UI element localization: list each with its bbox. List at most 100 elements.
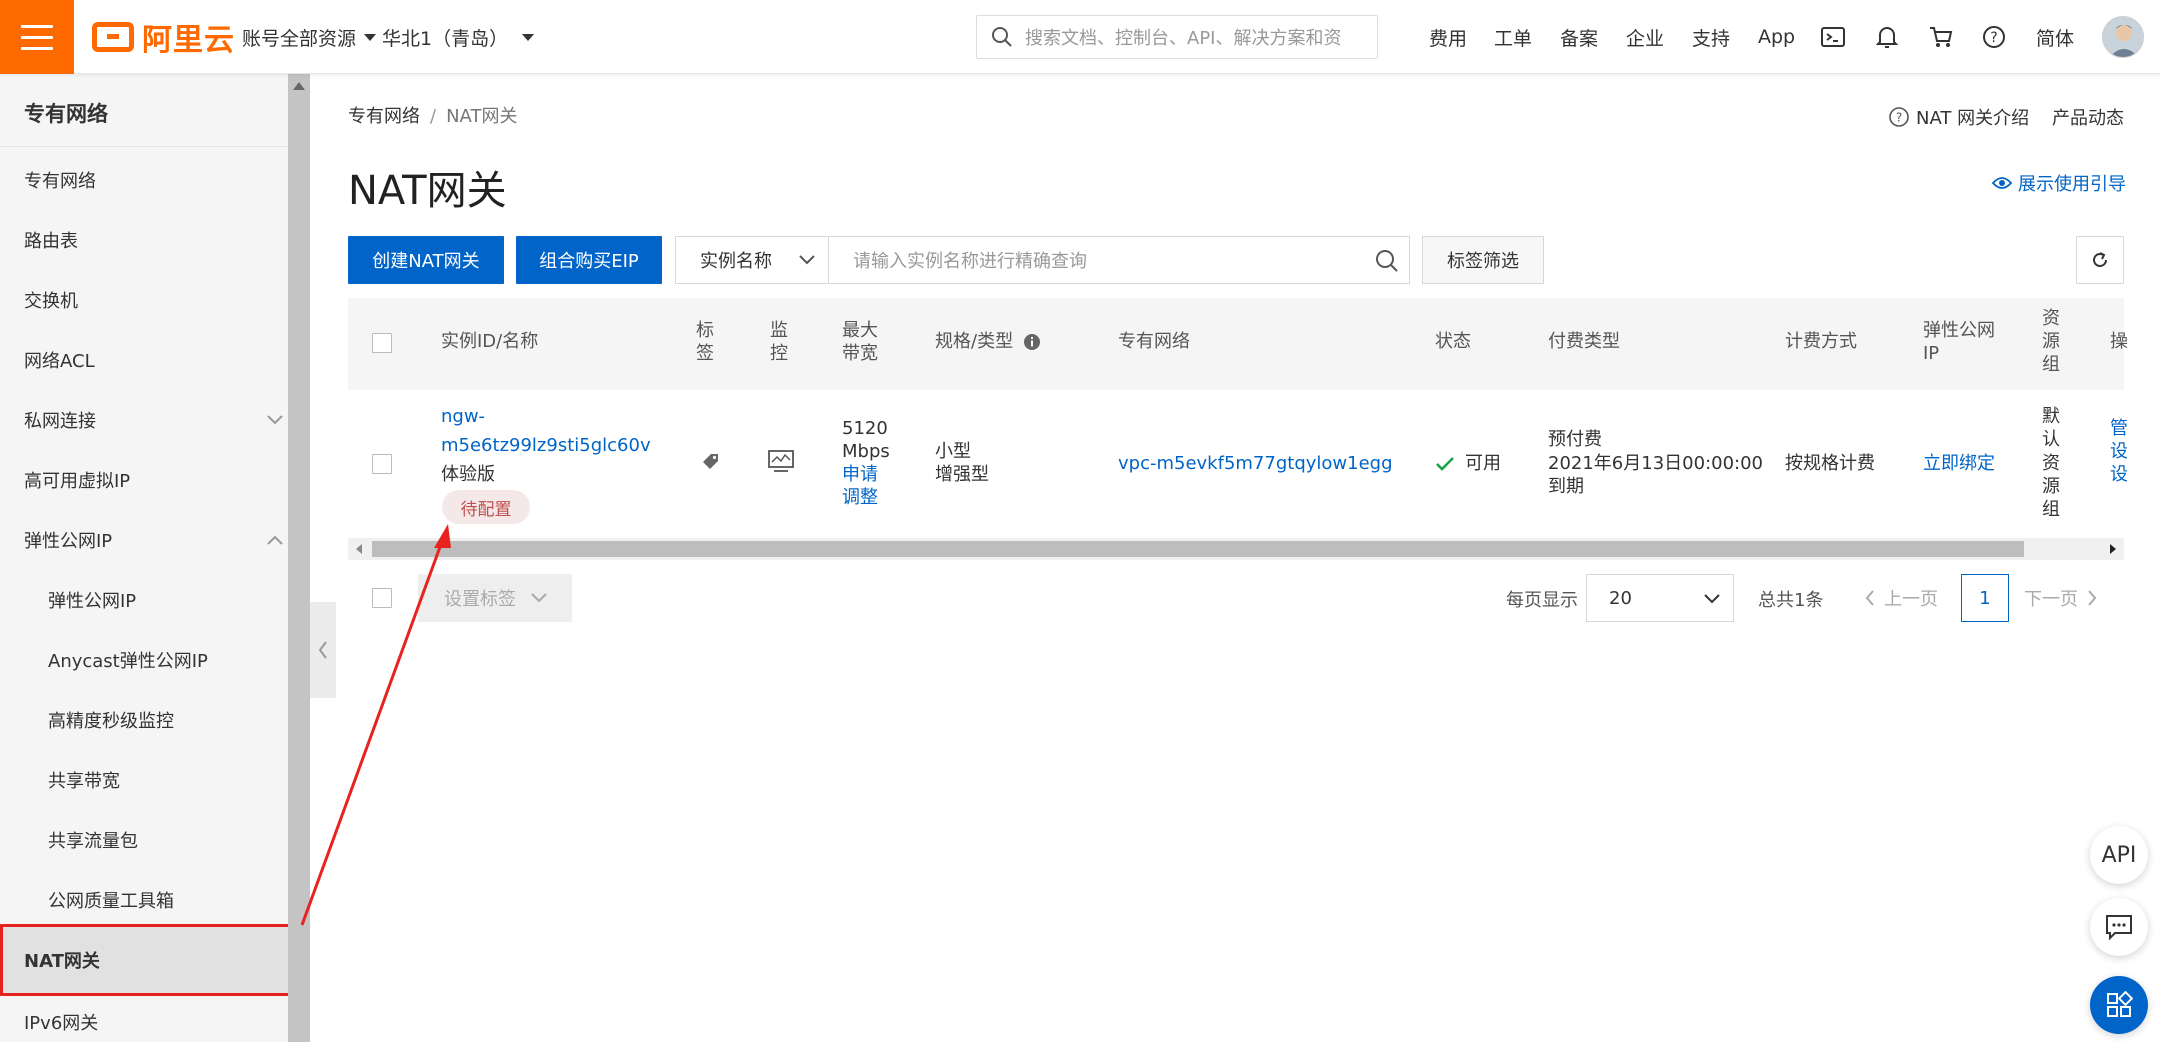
sidebar-item-vpc[interactable]: 专有网络: [0, 150, 288, 210]
chevron-left-icon: [1865, 590, 1874, 606]
sidebar-item-havip[interactable]: 高可用虚拟IP: [0, 450, 288, 510]
spec-size: 小型: [935, 441, 971, 462]
sidebar-item-ipv6-gateway[interactable]: IPv6网关: [0, 992, 288, 1052]
tag-filter-button[interactable]: 标签筛选: [1422, 236, 1544, 284]
manage-link[interactable]: 管: [2110, 417, 2128, 440]
instance-id-line2[interactable]: m5e6tz99lz9sti5glc60v: [441, 434, 651, 457]
settings-link-1[interactable]: 设: [2110, 440, 2128, 463]
request-adjust-link-1[interactable]: 申请: [842, 463, 878, 486]
resource-group-2: 认: [2042, 429, 2060, 450]
sidebar-item-label: 公网质量工具箱: [48, 891, 174, 912]
sidebar-item-label: 弹性公网IP: [48, 591, 137, 612]
bind-eip-link[interactable]: 立即绑定: [1923, 452, 1995, 475]
caret-down-icon: [364, 33, 377, 41]
breadcrumb-current: NAT网关: [446, 106, 518, 127]
language-switch[interactable]: 简体: [2036, 0, 2074, 74]
bandwidth-value: 5120: [842, 418, 888, 439]
nav-app[interactable]: App: [1758, 0, 1795, 74]
instance-search-input[interactable]: 请输入实例名称进行精确查询: [828, 236, 1410, 284]
sidebar-item-nat-gateway[interactable]: NAT网关: [0, 924, 294, 996]
monitor-icon[interactable]: [768, 450, 794, 478]
sidebar-item-label: Anycast弹性公网IP: [48, 651, 208, 672]
sidebar-item-vswitch[interactable]: 交换机: [0, 270, 288, 330]
nav-tickets[interactable]: 工单: [1494, 0, 1532, 74]
nav-fees[interactable]: 费用: [1429, 0, 1467, 74]
apps-float-button[interactable]: [2090, 976, 2148, 1034]
nav-enterprise[interactable]: 企业: [1626, 0, 1664, 74]
set-tag-button[interactable]: 设置标签: [418, 574, 572, 622]
api-float-button[interactable]: API: [2090, 826, 2148, 884]
per-page-select[interactable]: 20: [1586, 574, 1734, 622]
per-page-label: 每页显示: [1506, 590, 1578, 611]
nav-support[interactable]: 支持: [1692, 0, 1730, 74]
column-header-pay-type: 付费类型: [1548, 331, 1620, 352]
column-header-monitor-2: 控: [770, 343, 788, 364]
sidebar-item-label: 共享流量包: [48, 831, 138, 852]
chevron-left-icon: [318, 641, 327, 659]
column-header-status: 状态: [1435, 331, 1471, 352]
product-news-link[interactable]: 产品动态: [2052, 104, 2124, 130]
request-adjust-link-2[interactable]: 调整: [842, 486, 878, 509]
sidebar-item-label: 共享带宽: [48, 771, 120, 792]
menu-icon[interactable]: [0, 0, 74, 74]
chevron-down-icon: [799, 255, 815, 265]
global-search-placeholder: 搜索文档、控制台、API、解决方案和资: [1025, 28, 1342, 49]
svg-text:?: ?: [1896, 111, 1902, 125]
sidebar-item-network-toolbox[interactable]: 公网质量工具箱: [0, 870, 288, 930]
collapse-sidebar-handle[interactable]: [310, 602, 336, 698]
show-guide-link[interactable]: 展示使用引导: [1992, 170, 2126, 196]
scrollbar-thumb[interactable]: [372, 541, 2024, 557]
refresh-button[interactable]: [2076, 236, 2124, 284]
sidebar-item-shared-bandwidth[interactable]: 共享带宽: [0, 750, 288, 810]
sidebar-item-anycast-eip[interactable]: Anycast弹性公网IP: [0, 630, 288, 690]
scroll-right-arrow-icon[interactable]: [2110, 544, 2116, 554]
caret-down-icon: [522, 33, 535, 41]
sidebar-item-eip-group[interactable]: 弹性公网IP: [0, 510, 288, 570]
bell-icon[interactable]: [1876, 0, 1898, 74]
help-icon[interactable]: ?: [1982, 0, 2006, 74]
column-header-tag-2: 签: [696, 343, 714, 364]
create-nat-gateway-button[interactable]: 创建NAT网关: [348, 236, 504, 284]
sidebar-scrollbar[interactable]: [288, 74, 310, 1042]
settings-link-2[interactable]: 设: [2110, 463, 2128, 486]
prev-page-button[interactable]: 上一页: [1864, 574, 1938, 622]
tag-icon[interactable]: [701, 452, 721, 478]
aliyun-logo[interactable]: 阿里云: [92, 19, 235, 58]
search-icon[interactable]: [1375, 249, 1399, 273]
scroll-up-arrow-icon[interactable]: [293, 82, 305, 90]
buy-eip-bundle-button[interactable]: 组合购买EIP: [516, 236, 662, 284]
sidebar-item-route-table[interactable]: 路由表: [0, 210, 288, 270]
row-checkbox[interactable]: [372, 454, 392, 474]
info-icon[interactable]: [1023, 333, 1041, 351]
filter-field-select[interactable]: 实例名称: [675, 236, 829, 284]
sidebar-item-privatelink[interactable]: 私网连接: [0, 390, 288, 450]
select-all-checkbox[interactable]: [372, 333, 392, 353]
sidebar-item-monitoring[interactable]: 高精度秒级监控: [0, 690, 288, 750]
account-scope-dropdown[interactable]: 账号全部资源: [242, 0, 377, 74]
sidebar-item-label: 专有网络: [24, 171, 96, 192]
footer-select-all-checkbox[interactable]: [372, 588, 392, 608]
api-label: API: [2101, 842, 2137, 868]
global-search-input[interactable]: 搜索文档、控制台、API、解决方案和资: [976, 15, 1378, 59]
chat-float-button[interactable]: [2090, 898, 2148, 956]
sidebar-item-data-transfer-plan[interactable]: 共享流量包: [0, 810, 288, 870]
scroll-left-arrow-icon[interactable]: [356, 544, 362, 554]
account-scope-label: 账号全部资源: [242, 27, 357, 50]
avatar[interactable]: [2102, 16, 2144, 58]
table-horizontal-scrollbar[interactable]: [348, 538, 2124, 560]
terminal-icon[interactable]: [1821, 0, 1845, 74]
nav-icp[interactable]: 备案: [1560, 0, 1598, 74]
sidebar-item-eip[interactable]: 弹性公网IP: [0, 570, 288, 630]
nat-intro-link[interactable]: ? NAT 网关介绍: [1888, 104, 2029, 130]
breadcrumb-separator: /: [430, 106, 437, 127]
instance-id-line1[interactable]: ngw-: [441, 405, 485, 428]
page-1-button[interactable]: 1: [1961, 574, 2009, 622]
cart-icon[interactable]: [1929, 0, 1953, 74]
region-dropdown[interactable]: 华北1（青岛）: [382, 0, 535, 74]
breadcrumb-parent[interactable]: 专有网络: [348, 106, 420, 127]
expire-label: 到期: [1548, 476, 1584, 497]
next-page-button[interactable]: 下一页: [2024, 574, 2098, 622]
column-header-op: 操: [2110, 331, 2128, 352]
sidebar-item-network-acl[interactable]: 网络ACL: [0, 330, 288, 390]
vpc-id-link[interactable]: vpc-m5evkf5m77gtqylow1egg: [1118, 452, 1393, 475]
